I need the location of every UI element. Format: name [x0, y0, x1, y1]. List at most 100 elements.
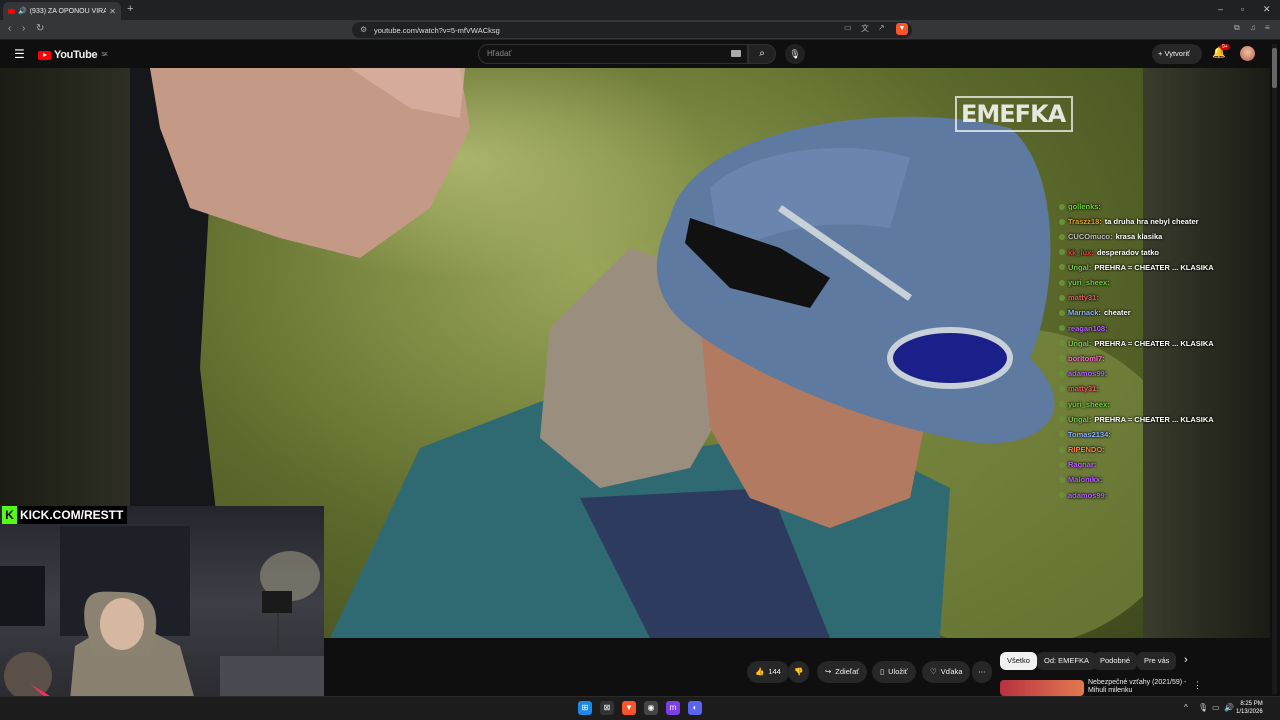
- close-window-icon[interactable]: ✕: [1263, 4, 1271, 15]
- chat-badge-icon: [1059, 416, 1065, 423]
- volume-icon[interactable]: 🔊: [1224, 703, 1234, 712]
- chat-username: yuri_sheex:: [1068, 399, 1110, 409]
- chat-message: reagan108:: [1059, 321, 1239, 336]
- url-field[interactable]: ⚙ youtube.com/watch?v=5-mfVWACksg: [352, 22, 912, 38]
- chat-message: Ungal: PREHRA = CHEATER ... KLASIKA: [1059, 260, 1239, 275]
- media-icon[interactable]: ♫: [1250, 23, 1256, 32]
- thanks-label: Vďaka: [940, 667, 963, 676]
- clock[interactable]: 8:25 PM 1/13/2026: [1236, 700, 1263, 716]
- translate-icon[interactable]: 文: [861, 23, 869, 34]
- create-button[interactable]: + Vytvoriť: [1152, 44, 1202, 64]
- more-actions-button[interactable]: ⋯: [972, 661, 992, 683]
- chat-username: Tomas2134:: [1068, 429, 1111, 439]
- maximize-icon[interactable]: ▫: [1241, 4, 1244, 14]
- share-label: Zdieľať: [835, 667, 860, 676]
- explorer-icon[interactable]: ⊠: [600, 701, 614, 715]
- forward-icon[interactable]: ›: [22, 23, 25, 34]
- search-input[interactable]: Hľadať: [478, 44, 748, 64]
- browser-tab[interactable]: 🔊 (933) ZA OPONOU VIRALITY: ✕: [3, 2, 121, 20]
- chat-text: PREHRA = CHEATER ... KLASIKA: [1094, 338, 1214, 348]
- chat-username: Ungal:: [1068, 338, 1092, 348]
- chat-username: adamos99:: [1068, 369, 1108, 379]
- search-button[interactable]: ⌕: [748, 44, 776, 64]
- recommended-menu-icon[interactable]: ⋮: [1193, 680, 1202, 691]
- share-button[interactable]: ↪ Zdieľať: [817, 661, 868, 683]
- dislike-button[interactable]: 👎: [788, 661, 810, 683]
- region-code: SK: [101, 52, 108, 58]
- chat-message: yuri_sheex:: [1059, 396, 1239, 411]
- plus-icon: +: [1158, 49, 1163, 58]
- chip-all[interactable]: Všetko: [1000, 652, 1037, 670]
- chat-badge-icon: [1059, 294, 1065, 301]
- chat-text: krasa klasika: [1115, 232, 1163, 242]
- chat-message: matty31:: [1059, 381, 1239, 396]
- chat-badge-icon: [1059, 325, 1065, 332]
- chat-badge-icon: [1059, 355, 1065, 362]
- share-page-icon[interactable]: ↗: [878, 23, 885, 32]
- chat-badge-icon: [1059, 233, 1065, 240]
- kick-link-badge: K KICK.COM/RESTT: [2, 506, 128, 524]
- chat-badge-icon: [1059, 385, 1065, 392]
- chat-message: Ungal: PREHRA = CHEATER ... KLASIKA: [1059, 336, 1239, 351]
- back-icon[interactable]: ‹: [8, 23, 11, 34]
- logo-text: YouTube: [54, 49, 98, 61]
- cast-icon[interactable]: ▭: [844, 23, 852, 32]
- avatar[interactable]: [1240, 46, 1255, 61]
- chat-username: Malonikx:: [1068, 475, 1103, 485]
- kick-logo-icon: K: [2, 506, 17, 524]
- url-text: youtube.com/watch?v=5-mfVWACksg: [374, 25, 500, 35]
- voice-search-button[interactable]: 🎙: [785, 44, 805, 64]
- site-info-icon[interactable]: ⚙: [360, 25, 367, 34]
- scrollbar-thumb[interactable]: [1272, 48, 1277, 88]
- network-icon[interactable]: ▭: [1212, 703, 1220, 712]
- thumbs-down-icon: 👎: [794, 667, 804, 676]
- chip-related[interactable]: Podobné: [1093, 652, 1138, 670]
- chat-badge-icon: [1059, 264, 1065, 271]
- hamburger-menu-icon[interactable]: ☰: [14, 47, 25, 61]
- chat-overlay: gollenks: Traszz18: ta druha hra nebyl che…: [1059, 199, 1239, 503]
- tray-chevron-icon[interactable]: ^: [1184, 703, 1188, 712]
- chat-text: ta druha hra nebyl cheater: [1104, 217, 1199, 227]
- chat-username: Ungal:: [1068, 262, 1092, 272]
- brave-shield-icon[interactable]: ▼: [896, 23, 908, 35]
- chat-message: gollenks:: [1059, 199, 1239, 214]
- mic-tray-icon[interactable]: 🎙: [1198, 703, 1208, 712]
- like-button[interactable]: 👍 144: [747, 661, 789, 683]
- chat-badge-icon: [1059, 492, 1065, 499]
- chip-from-emefka[interactable]: Od: EMEFKA: [1037, 652, 1097, 670]
- chat-badge-icon: [1059, 401, 1065, 408]
- obs-icon[interactable]: ◉: [644, 701, 658, 715]
- youtube-logo[interactable]: YouTube SK: [38, 49, 108, 61]
- chips-next-icon[interactable]: ›: [1184, 654, 1188, 666]
- mic-icon: 🎙: [789, 49, 801, 59]
- chat-username: RIPENDO:: [1068, 445, 1105, 455]
- thanks-button[interactable]: ♡ Vďaka: [922, 661, 971, 683]
- extensions-icon[interactable]: ⧉: [1234, 23, 1240, 33]
- bookmark-save-icon: ▯: [880, 667, 885, 676]
- save-button[interactable]: ▯ Uložiť: [872, 661, 916, 683]
- chat-message: Traszz18: ta druha hra nebyl cheater: [1059, 214, 1239, 229]
- audio-icon[interactable]: 🔊: [18, 7, 27, 15]
- chip-for-you[interactable]: Pre vás: [1137, 652, 1177, 670]
- close-tab-icon[interactable]: ✕: [109, 7, 116, 16]
- keyboard-icon[interactable]: [731, 50, 741, 57]
- windows-start-icon[interactable]: ⊞: [578, 701, 592, 715]
- webcam-overlay: [0, 506, 324, 700]
- chat-text: desperadov tatko: [1096, 247, 1159, 257]
- menu-icon[interactable]: ≡: [1265, 23, 1270, 32]
- new-tab-button[interactable]: +: [127, 3, 133, 15]
- share-icon: ↪: [825, 667, 832, 676]
- chat-badge-icon: [1059, 309, 1065, 316]
- reload-icon[interactable]: ↻: [36, 23, 44, 34]
- recommended-title[interactable]: Nebezpečné vzťahy (2021/59) - Mihuli mil…: [1088, 679, 1188, 695]
- app-icon[interactable]: m: [666, 701, 680, 715]
- minimize-icon[interactable]: –: [1218, 4, 1223, 14]
- brave-browser-icon[interactable]: ▼: [622, 701, 636, 715]
- discord-icon[interactable]: ◐: [688, 701, 702, 715]
- chat-badge-icon: [1059, 446, 1065, 453]
- chat-username: Traszz18:: [1068, 217, 1102, 227]
- save-label: Uložiť: [888, 667, 908, 676]
- recommended-thumbnail[interactable]: [1000, 680, 1084, 696]
- chat-badge-icon: [1059, 279, 1065, 286]
- page-scrollbar[interactable]: [1272, 44, 1277, 694]
